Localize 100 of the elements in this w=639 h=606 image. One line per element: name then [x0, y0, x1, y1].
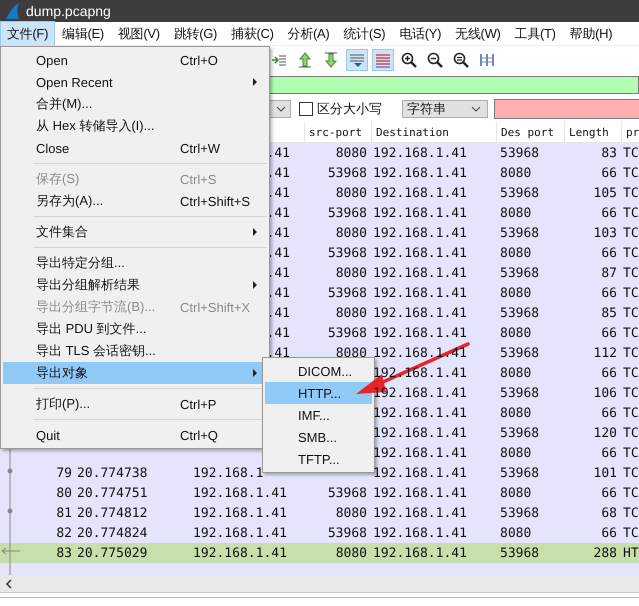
menu-item-label: 导出对象 [36, 364, 88, 382]
table-cell-text: 101 [592, 466, 618, 480]
table-cell: 192.168.1.41 [373, 286, 467, 300]
menu-item-label: 打印(P)... [36, 395, 90, 413]
menu-item-label: 合并(M)... [36, 95, 92, 113]
table-cell: 192.168.1.41 [373, 266, 467, 280]
table-cell-text: 8080 [334, 226, 368, 240]
table-cell: 192.168.1.41 [373, 466, 467, 480]
table-cell-text: 8080 [499, 166, 532, 180]
table-cell-text: 53968 [499, 546, 540, 560]
table-cell-text: 8080 [334, 146, 368, 160]
table-cell-text: 8080 [499, 326, 532, 340]
table-cell: 192.168.1.41 [373, 226, 467, 240]
table-cell-text: 66 [600, 246, 618, 260]
table-cell-text: TC [622, 466, 639, 480]
table-cell-text: HT [622, 546, 639, 560]
table-cell-text: .41 [266, 326, 290, 340]
table-cell-text: TC [622, 286, 639, 300]
table-cell-text: 8080 [499, 366, 532, 380]
table-cell-text: TC [622, 146, 639, 160]
table-cell-text: 112 [592, 346, 618, 360]
table-cell-text: TC [622, 186, 639, 200]
table-cell-text: 20.774812 [76, 506, 148, 520]
table-cell-text: TC [622, 486, 639, 500]
table-cell-text: TC [622, 326, 639, 340]
table-cell-text: TC [622, 446, 639, 460]
table-cell-text: TC [622, 206, 639, 220]
shortcut-label: Ctrl+Q [180, 428, 218, 442]
table-cell: 192.168.1.41 [373, 506, 467, 520]
table-cell-text: TC [622, 306, 639, 320]
table-cell-text: 79 [55, 466, 72, 480]
table-cell-text: 8080 [499, 486, 532, 500]
table-cell-text: 53968 [326, 326, 368, 340]
table-cell-text: 192.168.1.41 [192, 526, 288, 540]
table-cell-text: 8080 [334, 546, 368, 560]
table-cell-text: 8080 [334, 266, 368, 280]
table-cell: 192.168.1.41 [373, 546, 467, 560]
table-cell-text: 53968 [326, 286, 368, 300]
table-cell-text: 53968 [499, 466, 540, 480]
table-cell: 192.168.1.41 [373, 426, 467, 440]
table-cell-text: 53968 [499, 306, 540, 320]
table-cell: 192.168.1.41 [373, 166, 467, 180]
table-cell-text: 192.168.1.41 [192, 486, 288, 500]
table-cell-text: 20.774824 [76, 526, 148, 540]
table-cell-text: 66 [600, 406, 618, 420]
table-cell-text: 8080 [499, 286, 532, 300]
table-cell: 192.168.1.41 [373, 186, 467, 200]
table-cell-text: 8080 [499, 526, 532, 540]
table-cell-text: 53968 [499, 146, 540, 160]
shortcut-label: Ctrl+P [180, 396, 216, 412]
table-cell-text: 53968 [326, 206, 368, 220]
window-title: dump.pcapng [26, 3, 111, 19]
table-cell-text: 103 [592, 226, 618, 240]
table-cell-text: 53968 [499, 386, 540, 400]
case-sensitive-label: 区分大小写 [317, 100, 382, 118]
table-cell-text: 66 [600, 166, 618, 180]
table-cell: 192.168.1.41 [373, 406, 467, 420]
table-cell-text: TC [622, 266, 639, 280]
table-cell-text: .41 [266, 226, 290, 240]
table-cell-text: 81 [55, 506, 72, 520]
table-cell: 192.168.1.41 [373, 446, 467, 460]
menu-item-label: Open [36, 52, 68, 68]
table-cell-text: 8080 [499, 446, 532, 460]
table-cell-text: 106 [592, 386, 618, 400]
table-cell-text: TC [622, 406, 639, 420]
table-cell-text: 8080 [499, 206, 532, 220]
table-cell-text: 80 [55, 486, 72, 500]
table-cell-text: 53968 [326, 486, 368, 500]
table-cell-text: 53968 [326, 526, 368, 540]
table-cell-text: 53968 [326, 166, 368, 180]
table-cell-text: .41 [266, 246, 290, 260]
table-cell: 192.168.1.41 [373, 386, 467, 400]
table-cell: 192.168.1.41 [373, 206, 467, 220]
menu-item-label: 从 Hex 转储导入(I)... [36, 117, 154, 135]
table-cell-text: 8080 [334, 186, 368, 200]
table-cell-text: TC [622, 386, 639, 400]
table-cell-text: 66 [600, 206, 618, 220]
table-cell-text: 8080 [334, 506, 368, 520]
table-cell-text: .41 [266, 306, 290, 320]
table-cell-text: 53968 [499, 506, 540, 520]
menu-item-label: Open Recent [36, 74, 113, 90]
table-cell-text: 87 [600, 266, 618, 280]
table-cell-text: 8080 [334, 346, 368, 360]
table-cell: 192.168.1.41 [373, 146, 467, 160]
table-cell-text: 82 [55, 526, 72, 540]
table-cell-text: 120 [592, 426, 618, 440]
table-cell-text: 53968 [499, 186, 540, 200]
table-cell-text: 53968 [499, 426, 540, 440]
table-cell-text: TC [622, 226, 639, 240]
table-cell-text: 83 [55, 546, 72, 560]
shortcut-label: Ctrl+W [180, 140, 220, 156]
table-cell: 192.168.1.41 [373, 306, 467, 320]
table-cell-text: TC [622, 426, 639, 440]
table-cell-text: 192.168.1.41 [192, 546, 288, 560]
table-cell-text: TC [622, 246, 639, 260]
table-cell-text: TC [622, 346, 639, 360]
table-cell-text: 66 [600, 486, 618, 500]
table-cell-text: 53968 [326, 246, 368, 260]
table-cell-text: 288 [592, 546, 618, 560]
table-cell-text: .41 [266, 146, 290, 160]
